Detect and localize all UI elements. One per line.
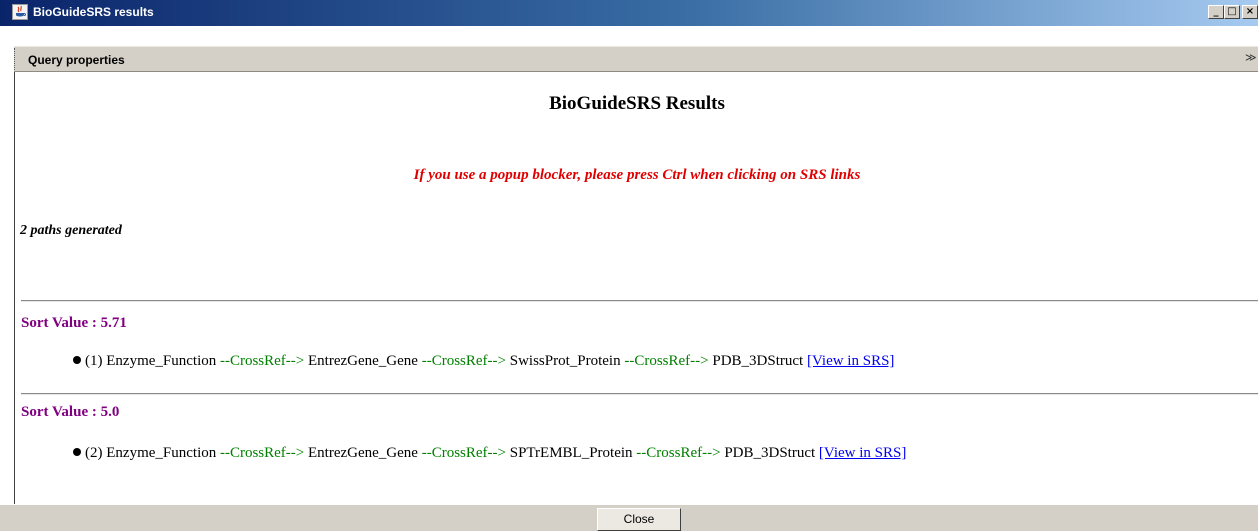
divider [21,393,1258,395]
close-button[interactable]: Close [597,508,681,531]
result-path-item: (2) Enzyme_Function --CrossRef--> Entrez… [73,445,906,462]
query-properties-label: Query properties [28,53,125,67]
button-bar: Close [0,504,1258,531]
crossref-relation: --CrossRef--> [624,353,709,369]
path-node: EntrezGene_Gene [308,445,418,461]
results-heading: BioGuideSRS Results [549,93,725,114]
crossref-relation: --CrossRef--> [219,353,305,369]
results-panel: BioGuideSRS Results If you use a popup b… [14,72,1258,504]
popup-blocker-notice: If you use a popup blocker, please press… [413,167,861,183]
sort-value: Sort Value : 5.0 [21,404,120,420]
path-index: (2) [85,445,103,461]
window-title: BioGuideSRS results [33,5,154,19]
java-app-icon [12,4,28,20]
query-properties-header: Query properties ≫ [14,48,1258,70]
minimize-button[interactable]: _ [1208,5,1224,19]
maximize-button[interactable]: □ [1224,5,1240,19]
crossref-relation: --CrossRef--> [219,445,305,461]
window-titlebar[interactable]: BioGuideSRS results _ □ × [0,0,1258,26]
bullet-icon [73,448,81,456]
path-node: Enzyme_Function [106,445,217,461]
view-in-srs-link[interactable]: [View in SRS] [819,445,906,461]
path-index: (1) [85,353,103,369]
path-node: Enzyme_Function [106,353,217,369]
divider [21,300,1258,302]
query-properties-bar[interactable]: Query properties ≫ [14,46,1258,72]
path-node: SPTrEMBL_Protein [509,445,633,461]
close-window-button[interactable]: × [1242,5,1258,19]
sort-value: Sort Value : 5.71 [21,315,127,331]
paths-count: 2 paths generated [20,223,122,238]
view-in-srs-link[interactable]: [View in SRS] [807,353,894,369]
path-node: PDB_3DStruct [712,353,804,369]
bullet-icon [73,356,81,364]
path-node: EntrezGene_Gene [308,353,418,369]
crossref-relation: --CrossRef--> [421,445,506,461]
crossref-relation: --CrossRef--> [636,445,721,461]
path-node: SwissProt_Protein [509,353,621,369]
crossref-relation: --CrossRef--> [421,353,506,369]
chevron-double-down-icon[interactable]: ≫ [1245,51,1257,64]
result-path-item: (1) Enzyme_Function --CrossRef--> Entrez… [73,353,894,370]
path-node: PDB_3DStruct [724,445,816,461]
